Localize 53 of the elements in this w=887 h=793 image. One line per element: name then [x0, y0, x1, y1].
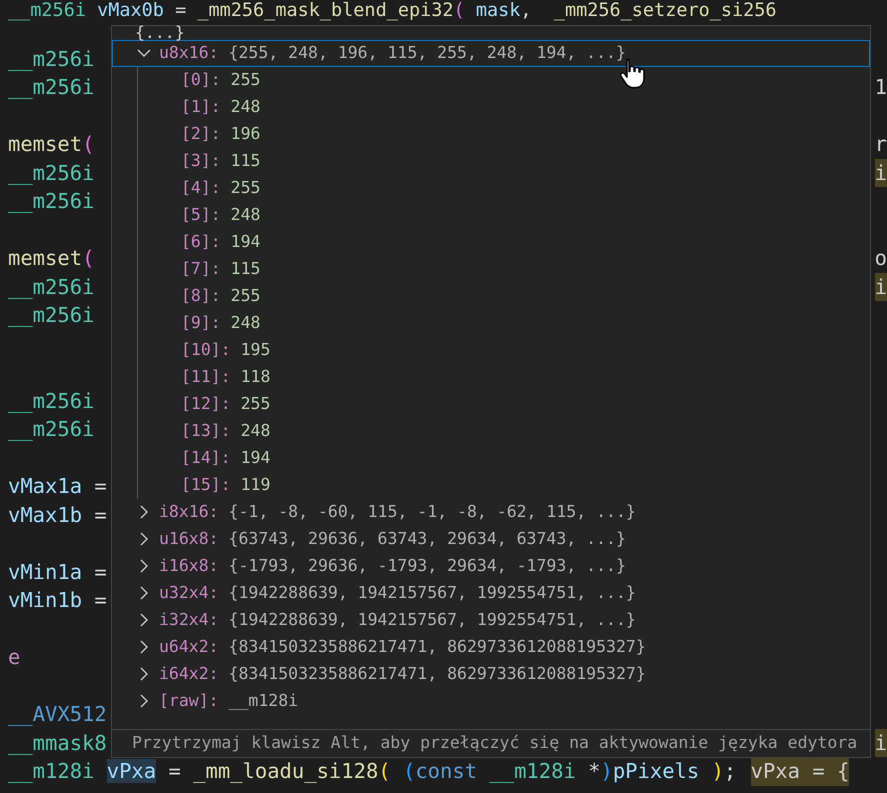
array-element[interactable]: [14]: 194 [138, 444, 870, 472]
tree-item[interactable]: u8x16: {255, 248, 196, 115, 255, 248, 194, ...} [112, 40, 870, 66]
code-text: __m256i [8, 416, 94, 444]
tree-item[interactable]: i32x4: {1942288639, 1942157567, 1992554751, ...} [112, 606, 870, 634]
array-element[interactable]: [5]: 248 [138, 202, 870, 228]
array-element[interactable]: [3]: 115 [138, 148, 870, 174]
tree-item[interactable]: u32x4: {1942288639, 1942157567, 1992554751, ...} [112, 580, 870, 606]
code-fragment: o [874, 245, 887, 272]
code-text: __mmask8 [8, 730, 107, 757]
array-element[interactable]: [8]: 255 [138, 282, 870, 310]
tree-item[interactable]: u16x8: {63743, 29636, 63743, 29634, 63743, ...} [112, 526, 870, 552]
object-summary[interactable]: {...} [112, 26, 870, 40]
code-fragment: i [874, 728, 887, 758]
code-fragment: r [874, 131, 887, 158]
tree-item[interactable]: i16x8: {-1793, 29636, -1793, 29634, -1793, ...} [112, 552, 870, 580]
code-text: e [8, 644, 20, 672]
code-text: __m256i [8, 302, 94, 330]
array-element[interactable]: [0]: 255 [138, 66, 870, 94]
array-element[interactable]: [1]: 248 [138, 94, 870, 120]
code-text: __m256i [8, 46, 94, 73]
array-element[interactable]: [7]: 115 [138, 256, 870, 282]
tree-item[interactable]: i8x16: {-1, -8, -60, 115, -1, -8, -62, 115, ...} [112, 498, 870, 526]
tree-item[interactable]: u64x2: {8341503235886217471, 8629733612088195327} [112, 634, 870, 660]
code-text: __m256i [8, 188, 94, 216]
code-fragment: 1 [874, 74, 887, 102]
code-text: __m256i [8, 74, 94, 102]
code-text: __m256i [8, 274, 94, 301]
array-element[interactable]: [9]: 248 [138, 310, 870, 336]
array-element[interactable]: [15]: 119 [138, 472, 870, 498]
code-text: vMin1a = [8, 558, 107, 586]
array-element[interactable]: [4]: 255 [138, 174, 870, 202]
code-text: __m256i [8, 388, 94, 415]
code-text: __m256i [8, 160, 94, 187]
code-text: vMin1b = [8, 587, 107, 614]
tree-item[interactable]: [raw]: __m128i [112, 688, 870, 714]
array-element[interactable]: [12]: 255 [138, 390, 870, 418]
array-element[interactable]: [13]: 248 [138, 418, 870, 444]
code-text: __AVX512 [8, 701, 107, 728]
code-text: __m256i vMax0b = _mm256_mask_blend_epi32( mask, _mm256_setzero_si256 [8, 1, 777, 21]
code-text: memset( [8, 245, 94, 272]
hover-status-text: Przytrzymaj klawisz Alt, aby przełączyć się na aktywowanie języka edytora [112, 728, 870, 756]
array-element[interactable]: [10]: 195 [138, 336, 870, 364]
code-text: vMax1b = [8, 502, 107, 529]
inline-value-hint: vPxa = { [750, 757, 850, 786]
array-element[interactable]: [11]: 118 [138, 364, 870, 390]
code-text: vMax1a = [8, 473, 107, 500]
array-element[interactable]: [2]: 196 [138, 120, 870, 148]
code-fragment: i [874, 272, 887, 302]
tree-item[interactable]: i64x2: {8341503235886217471, 8629733612088195327} [112, 660, 870, 688]
code-text: __m128i vPxa = _mm_loadu_si128( (const __m128i *)pPixels ); [8, 758, 738, 786]
code-fragment: i [874, 158, 887, 188]
array-element[interactable]: [6]: 194 [138, 228, 870, 256]
code-text: memset( [8, 131, 94, 158]
